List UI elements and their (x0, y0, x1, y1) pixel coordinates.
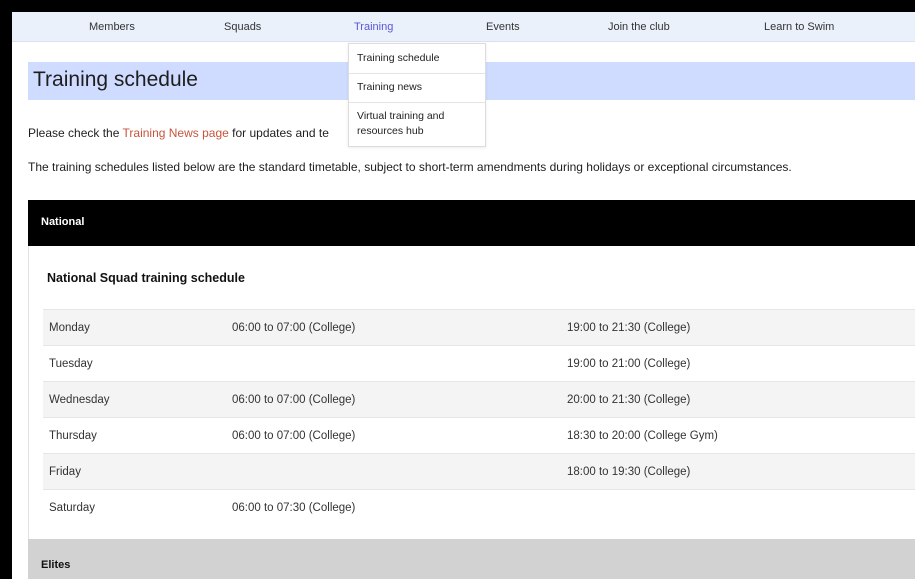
dropdown-item-training-schedule[interactable]: Training schedule (349, 44, 485, 74)
table-row: Monday 06:00 to 07:00 (College) 19:00 to… (43, 309, 915, 345)
dropdown-item-virtual-training-hub[interactable]: Virtual training and resources hub (349, 103, 461, 146)
day-cell: Tuesday (49, 358, 93, 370)
table-row: Saturday 06:00 to 07:30 (College) (43, 489, 915, 525)
dropdown-item-training-news[interactable]: Training news (349, 74, 485, 103)
nav-item-members[interactable]: Members (89, 21, 135, 33)
intro-text-suffix: for updates and te (228, 126, 329, 140)
table-row: Tuesday 19:00 to 21:00 (College) (43, 345, 915, 381)
training-news-link[interactable]: Training News page (123, 126, 229, 140)
national-section-body: National Squad training schedule Monday … (28, 246, 915, 541)
nav-item-learn-to-swim[interactable]: Learn to Swim (764, 21, 834, 33)
nav-item-join-the-club[interactable]: Join the club (608, 21, 670, 33)
evening-session-cell: 18:00 to 19:30 (College) (567, 466, 691, 478)
nav-item-training[interactable]: Training (354, 21, 393, 33)
page-title: Training schedule (33, 68, 198, 91)
table-row: Wednesday 06:00 to 07:00 (College) 20:00… (43, 381, 915, 417)
intro-text: Please check the Training News page for … (28, 126, 329, 140)
national-schedule-title: National Squad training schedule (47, 271, 245, 285)
schedule-table: Monday 06:00 to 07:00 (College) 19:00 to… (43, 309, 915, 525)
national-section-label: National (41, 216, 85, 228)
table-row: Thursday 06:00 to 07:00 (College) 18:30 … (43, 417, 915, 453)
top-nav: Members Squads Training Events Join the … (12, 12, 915, 42)
elites-section-label: Elites (41, 559, 71, 571)
day-cell: Friday (49, 466, 81, 478)
day-cell: Thursday (49, 430, 97, 442)
morning-session-cell: 06:00 to 07:00 (College) (232, 430, 356, 442)
nav-item-events[interactable]: Events (486, 21, 520, 33)
nav-item-squads[interactable]: Squads (224, 21, 261, 33)
morning-session-cell: 06:00 to 07:00 (College) (232, 394, 356, 406)
evening-session-cell: 20:00 to 21:30 (College) (567, 394, 691, 406)
timetable-note: The training schedules listed below are … (28, 160, 792, 174)
evening-session-cell: 19:00 to 21:00 (College) (567, 358, 691, 370)
intro-text-prefix: Please check the (28, 126, 123, 140)
day-cell: Monday (49, 322, 90, 334)
national-section-header[interactable]: National (28, 200, 915, 246)
elites-section-header[interactable]: Elites (28, 539, 915, 579)
morning-session-cell: 06:00 to 07:30 (College) (232, 502, 356, 514)
day-cell: Saturday (49, 502, 96, 514)
page: Members Squads Training Events Join the … (12, 12, 915, 579)
day-cell: Wednesday (49, 394, 110, 406)
morning-session-cell: 06:00 to 07:00 (College) (232, 322, 356, 334)
table-row: Friday 18:00 to 19:30 (College) (43, 453, 915, 489)
evening-session-cell: 19:00 to 21:30 (College) (567, 322, 691, 334)
evening-session-cell: 18:30 to 20:00 (College Gym) (567, 430, 718, 442)
training-dropdown-menu: Training schedule Training news Virtual … (348, 43, 486, 147)
